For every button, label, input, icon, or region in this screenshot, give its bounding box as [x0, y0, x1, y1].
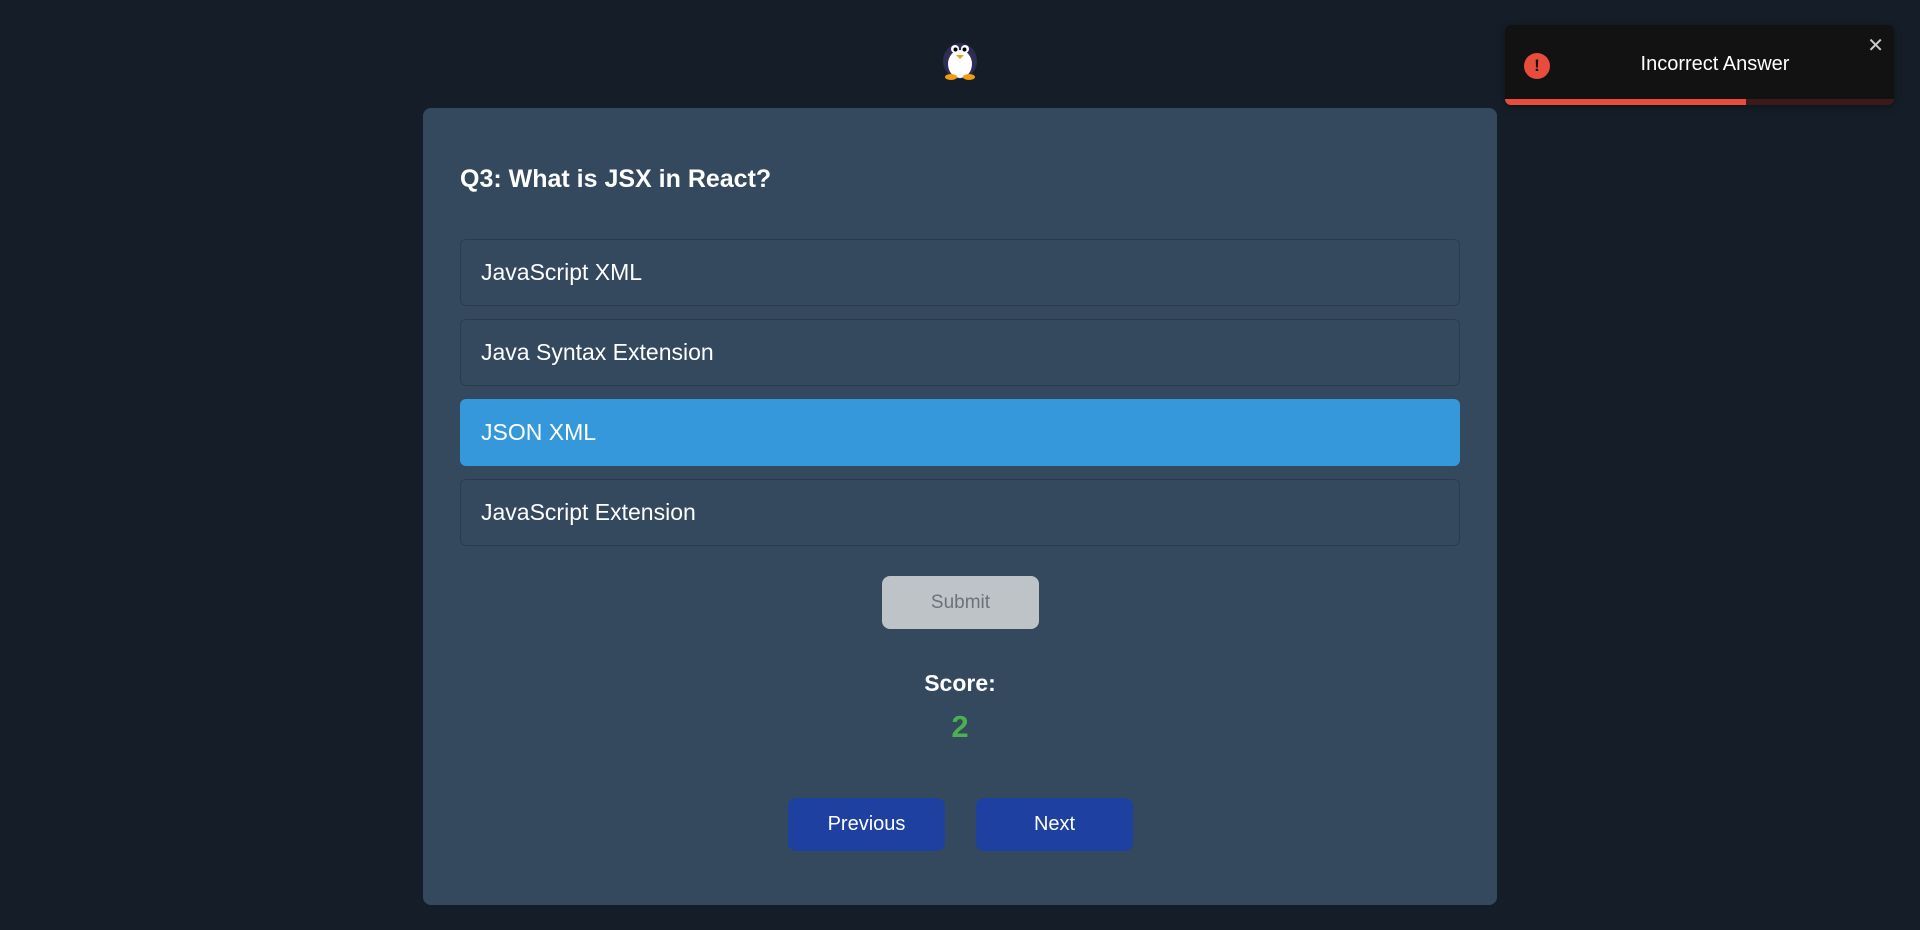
next-button[interactable]: Next — [976, 798, 1133, 851]
option-json-xml[interactable]: JSON XML — [460, 399, 1460, 466]
error-icon: ! — [1524, 53, 1550, 79]
option-label: Java Syntax Extension — [481, 339, 714, 365]
submit-button[interactable]: Submit — [882, 576, 1039, 629]
score-value: 2 — [951, 709, 969, 744]
toast-progress-fill — [1505, 99, 1747, 105]
toast-progress-bar — [1505, 99, 1894, 105]
option-javascript-xml[interactable]: JavaScript XML — [460, 239, 1460, 306]
option-java-syntax-extension[interactable]: Java Syntax Extension — [460, 319, 1460, 386]
option-label: JSON XML — [481, 419, 597, 445]
toast-message: Incorrect Answer — [1640, 53, 1790, 75]
quiz-card: Q3: What is JSX in React? JavaScript XML… — [423, 108, 1497, 905]
option-javascript-extension[interactable]: JavaScript Extension — [460, 479, 1460, 546]
score-label: Score: — [924, 670, 996, 696]
penguin-logo-icon — [938, 34, 982, 80]
previous-button[interactable]: Previous — [788, 798, 945, 851]
answer-options: JavaScript XML Java Syntax Extension JSO… — [460, 239, 1460, 559]
question-title: Q3: What is JSX in React? — [460, 165, 772, 193]
close-icon[interactable]: ✕ — [1867, 33, 1884, 58]
option-label: JavaScript XML — [481, 259, 643, 285]
error-toast: ! Incorrect Answer ✕ — [1505, 25, 1894, 105]
option-label: JavaScript Extension — [481, 499, 696, 525]
